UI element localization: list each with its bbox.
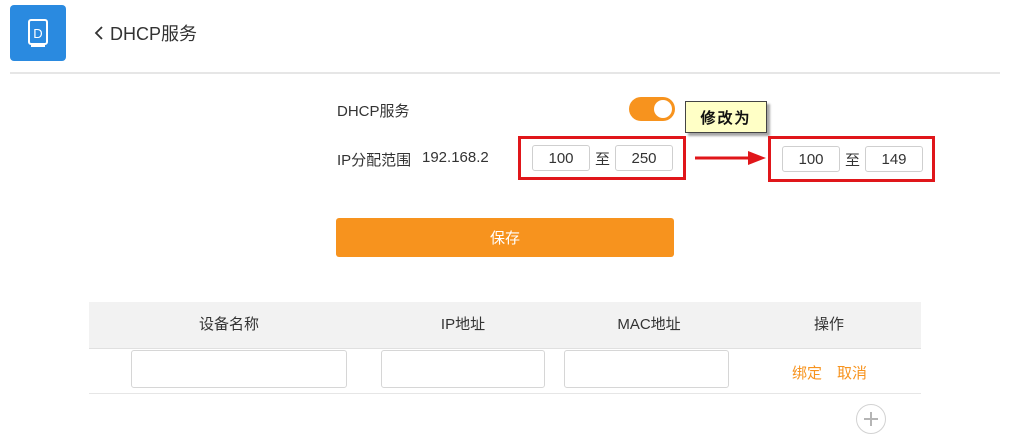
doc-d-icon: D xyxy=(28,19,48,47)
original-range-highlight xyxy=(518,136,686,180)
bind-link[interactable]: 绑定 xyxy=(792,362,822,383)
mac-address-input[interactable] xyxy=(564,350,729,388)
col-mac: MAC地址 xyxy=(617,316,681,333)
ip-address-input[interactable] xyxy=(381,350,545,388)
back-button[interactable]: DHCP服务 xyxy=(94,20,197,46)
modify-callout: 修改为 xyxy=(685,101,767,133)
col-actions: 操作 xyxy=(813,316,844,333)
table-row-divider xyxy=(89,393,921,394)
save-button[interactable]: 保存 xyxy=(336,218,674,257)
new-range-highlight xyxy=(768,136,935,182)
svg-text:D: D xyxy=(33,26,42,41)
header-divider xyxy=(10,72,1000,74)
app-logo: D xyxy=(10,5,66,61)
device-name-input[interactable] xyxy=(131,350,347,388)
col-ip: IP地址 xyxy=(440,316,486,333)
arrow-right-icon xyxy=(695,151,766,165)
table-header: 设备名称 IP地址 MAC地址 操作 xyxy=(89,302,921,349)
page-title: DHCP服务 xyxy=(110,24,198,44)
ip-prefix: 192.168.2 xyxy=(422,149,489,166)
dhcp-service-label: DHCP服务 xyxy=(337,103,410,120)
col-device-name: 设备名称 xyxy=(198,316,259,333)
cancel-link[interactable]: 取消 xyxy=(837,362,867,383)
ip-range-label: IP分配范围 xyxy=(337,152,412,169)
dhcp-service-toggle[interactable] xyxy=(629,97,675,121)
chevron-left-icon xyxy=(94,26,103,40)
plus-circle-icon[interactable] xyxy=(856,404,886,434)
toggle-knob xyxy=(654,100,672,118)
